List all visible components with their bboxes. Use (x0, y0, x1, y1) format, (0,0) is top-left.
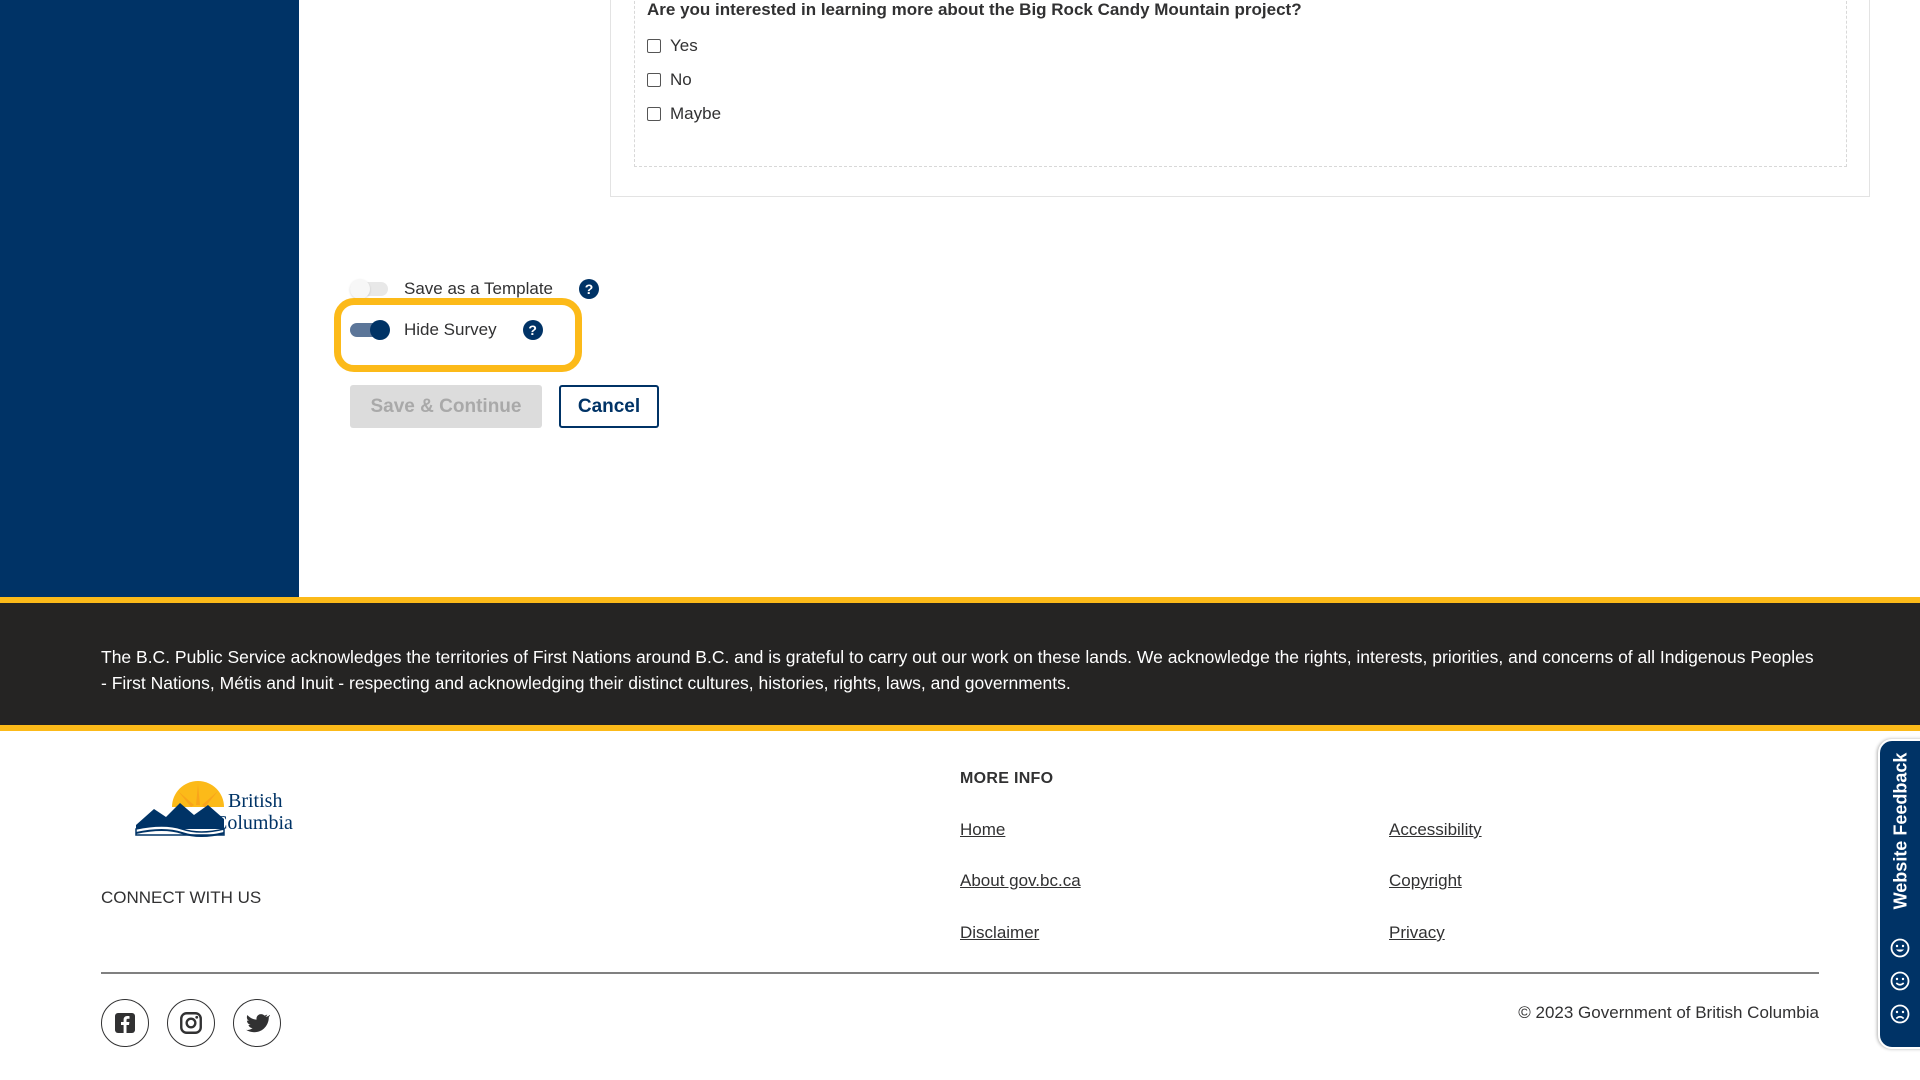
land-acknowledgement-text: The B.C. Public Service acknowledges the… (101, 647, 1814, 693)
facebook-link[interactable] (101, 999, 149, 1047)
instagram-link[interactable] (167, 999, 215, 1047)
footer-link-privacy[interactable]: Privacy (1389, 923, 1445, 943)
checkbox[interactable] (647, 39, 661, 53)
twitter-link[interactable] (233, 999, 281, 1047)
save-continue-button[interactable]: Save & Continue (350, 385, 542, 428)
toggle-knob (350, 279, 370, 299)
footer-link-about[interactable]: About gov.bc.ca (960, 871, 1081, 891)
survey-preview-card: Are you interested in learning more abou… (610, 0, 1870, 197)
footer-link-home[interactable]: Home (960, 820, 1005, 840)
website-feedback-tab[interactable]: Website Feedback (1878, 739, 1920, 1049)
save-template-toggle[interactable] (350, 279, 390, 299)
bc-logo[interactable]: British Columbia (134, 779, 324, 842)
land-acknowledgement-band: The B.C. Public Service acknowledges the… (0, 597, 1920, 731)
connect-with-us-label: CONNECT WITH US (101, 888, 262, 907)
footer-link-disclaimer[interactable]: Disclaimer (960, 923, 1039, 943)
facebook-icon (115, 1013, 135, 1033)
happy-face-icon[interactable] (1890, 971, 1910, 991)
very-happy-face-icon[interactable] (1890, 938, 1910, 958)
option-label: Maybe (670, 104, 722, 123)
save-template-row: Save as a Template ? (350, 279, 599, 299)
question-text: Are you interested in learning more abou… (647, 0, 1302, 19)
instagram-icon (180, 1012, 202, 1034)
logo-wordmark-2: Columbia (214, 812, 293, 834)
footer-link-accessibility[interactable]: Accessibility (1389, 820, 1482, 840)
option-maybe[interactable]: Maybe (647, 104, 721, 124)
cancel-button[interactable]: Cancel (559, 385, 659, 428)
twitter-icon (246, 1014, 270, 1033)
left-sidebar (0, 0, 299, 597)
option-label: No (670, 70, 692, 89)
save-template-label: Save as a Template (404, 279, 553, 298)
option-label: Yes (670, 36, 698, 55)
option-yes[interactable]: Yes (647, 36, 698, 56)
question-box: Are you interested in learning more abou… (634, 0, 1847, 167)
footer-link-copyright[interactable]: Copyright (1389, 871, 1462, 891)
highlight-ring (334, 298, 582, 372)
checkbox[interactable] (647, 107, 661, 121)
option-no[interactable]: No (647, 70, 692, 90)
footer-divider (101, 972, 1819, 974)
logo-wordmark-1: British (228, 790, 282, 812)
copyright-text: © 2023 Government of British Columbia (1518, 1003, 1819, 1022)
sad-face-icon[interactable] (1890, 1004, 1910, 1024)
bc-logo-icon: British Columbia (135, 781, 293, 837)
help-icon[interactable]: ? (579, 279, 599, 299)
feedback-label: Website Feedback (1890, 752, 1911, 910)
more-info-heading: MORE INFO (960, 770, 1054, 787)
checkbox[interactable] (647, 73, 661, 87)
